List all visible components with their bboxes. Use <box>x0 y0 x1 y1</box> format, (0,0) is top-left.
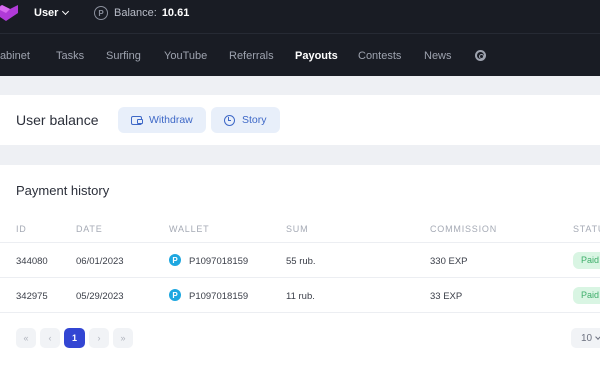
cell-commission: 33 EXP <box>430 291 463 302</box>
prev-page-button[interactable]: ‹ <box>40 328 60 348</box>
table-row: 344080 06/01/2023 P P1097018159 55 rub. … <box>0 242 600 277</box>
logo-icon[interactable] <box>0 5 18 21</box>
balance-display: P Balance: 10.61 <box>94 6 189 20</box>
chevron-down-icon <box>595 333 600 340</box>
nav-item-referrals[interactable]: Referrals <box>229 50 274 62</box>
cell-commission: 330 EXP <box>430 256 468 267</box>
status-badge: Paid <box>573 287 600 304</box>
coin-icon: P <box>94 6 108 20</box>
gear-icon[interactable] <box>475 50 486 61</box>
column-header-date[interactable]: DATE <box>76 224 103 234</box>
divider <box>0 33 600 34</box>
user-balance-title: User balance <box>16 112 99 128</box>
balance-value: 10.61 <box>161 7 190 19</box>
nav-item-payouts[interactable]: Payouts <box>295 50 338 62</box>
cell-id: 342975 <box>16 291 48 302</box>
column-header-sum[interactable]: SUM <box>286 224 308 234</box>
cell-date: 06/01/2023 <box>76 256 124 267</box>
nav-item-surfing[interactable]: Surfing <box>106 50 141 62</box>
cell-id: 344080 <box>16 256 48 267</box>
history-icon <box>224 114 235 126</box>
cell-date: 05/29/2023 <box>76 291 124 302</box>
user-menu[interactable]: User <box>34 7 70 19</box>
withdraw-button[interactable]: Withdraw <box>118 107 206 133</box>
column-header-status[interactable]: STATUS <box>573 224 600 234</box>
cell-wallet: P1097018159 <box>189 256 249 267</box>
user-balance-card: User balance Withdraw Story <box>0 95 600 145</box>
column-header-commission[interactable]: COMMISSION <box>430 224 497 234</box>
status-badge: Paid <box>573 252 600 269</box>
payment-history-title: Payment history <box>16 183 110 198</box>
divider <box>0 312 600 313</box>
story-label: Story <box>242 114 267 126</box>
story-button[interactable]: Story <box>211 107 280 133</box>
last-page-button[interactable]: » <box>113 328 133 348</box>
top-navbar: User P Balance: 10.61 Cabinet Tasks Surf… <box>0 0 600 76</box>
nav-item-tasks[interactable]: Tasks <box>56 50 84 62</box>
nav-item-youtube[interactable]: YouTube <box>164 50 207 62</box>
wallet-icon <box>131 115 143 125</box>
cell-sum: 11 rub. <box>286 291 315 302</box>
column-header-id[interactable]: ID <box>16 224 27 234</box>
main-nav: Cabinet Tasks Surfing YouTube Referrals … <box>0 50 600 64</box>
payeer-icon: P <box>169 254 181 266</box>
per-page-value: 10 <box>581 332 593 344</box>
user-menu-label: User <box>34 7 59 19</box>
payment-history-card: Payment history ID DATE WALLET SUM COMMI… <box>0 165 600 365</box>
column-header-wallet[interactable]: WALLET <box>169 224 209 234</box>
next-page-button[interactable]: › <box>89 328 109 348</box>
page-button-current[interactable]: 1 <box>64 328 85 348</box>
balance-label: Balance: <box>114 7 157 19</box>
nav-item-cabinet[interactable]: Cabinet <box>0 50 30 62</box>
nav-item-news[interactable]: News <box>424 50 452 62</box>
table-row: 342975 05/29/2023 P P1097018159 11 rub. … <box>0 277 600 312</box>
nav-item-contests[interactable]: Contests <box>358 50 401 62</box>
first-page-button[interactable]: « <box>16 328 36 348</box>
cell-wallet: P1097018159 <box>189 291 249 302</box>
chevron-down-icon <box>62 7 70 16</box>
withdraw-label: Withdraw <box>149 114 193 126</box>
cell-sum: 55 rub. <box>286 256 316 267</box>
payeer-icon: P <box>169 289 181 301</box>
per-page-select[interactable]: 10 <box>571 328 600 348</box>
